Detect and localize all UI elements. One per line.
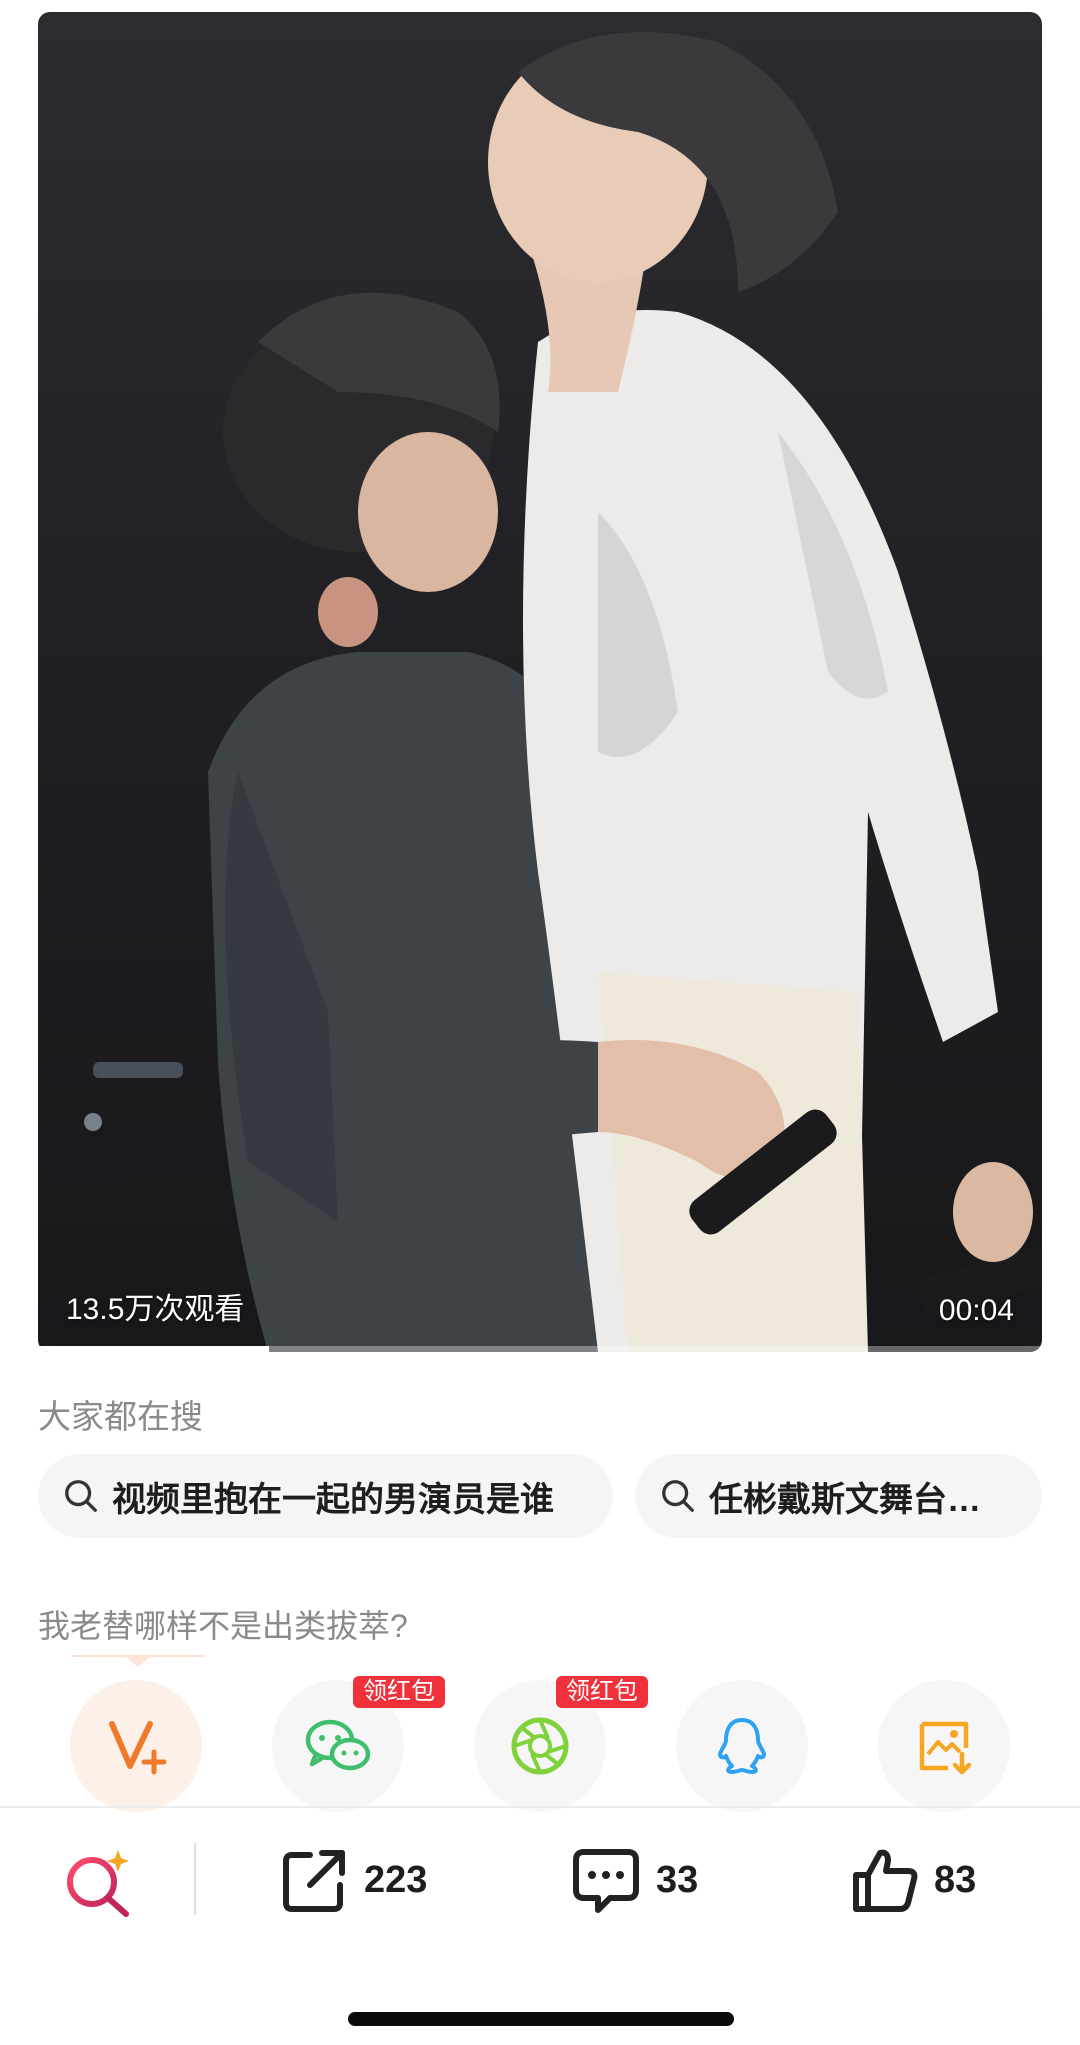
ai-search-button[interactable] [62,1846,134,1918]
prompt-text: 我老替哪样不是出类拔萃? [38,1608,408,1644]
home-indicator[interactable] [348,2012,734,2026]
thumbs-up-icon [853,1849,918,1912]
share-vplus-button[interactable] [70,1680,202,1812]
wechat-icon [305,1719,371,1771]
video-progress-fill [38,1346,269,1352]
bottom-bar-divider [0,1806,1080,1808]
video-frame [84,32,1042,1352]
moments-icon [511,1717,569,1775]
search-icon [662,1480,694,1512]
red-packet-badge: 领红包 [353,1676,445,1708]
comment-count-button[interactable]: 33 [570,1840,698,1920]
video-duration: 00:04 [938,1294,1014,1327]
search-suggestion-text: 任彬戴斯文舞台… [709,1480,981,1519]
view-count: 13.5万次观看 [66,1293,245,1326]
search-suggestion-chip[interactable]: 任彬戴斯文舞台… [635,1454,1042,1538]
share-icon [283,1850,345,1912]
search-suggestion-chip[interactable]: 视频里抱在一起的男演员是谁 [38,1454,613,1538]
like-count-button[interactable]: 83 [850,1840,976,1920]
red-packet-badge: 领红包 [556,1676,648,1708]
share-tab-caret [126,1657,150,1667]
share-qq-button[interactable] [676,1680,808,1812]
video-player[interactable]: 13.5万次观看 00:04 [38,12,1042,1352]
qq-icon [718,1718,766,1774]
search-icon [65,1480,97,1512]
share-save-image-button[interactable] [878,1680,1010,1812]
comment-count: 33 [656,1858,699,1901]
search-suggestion-text: 视频里抱在一起的男演员是谁 [112,1480,554,1519]
bottom-bar-separator [194,1843,196,1915]
share-count: 223 [364,1858,428,1901]
v-plus-icon [109,1721,167,1775]
save-image-icon [919,1721,972,1775]
like-count: 83 [934,1858,977,1901]
video-progress-bar[interactable] [38,1346,1042,1352]
everyone-searching-label: 大家都在搜 [38,1398,203,1435]
comment-icon [573,1849,639,1913]
ai-search-icon [67,1850,129,1917]
share-count-button[interactable]: 223 [280,1840,427,1920]
